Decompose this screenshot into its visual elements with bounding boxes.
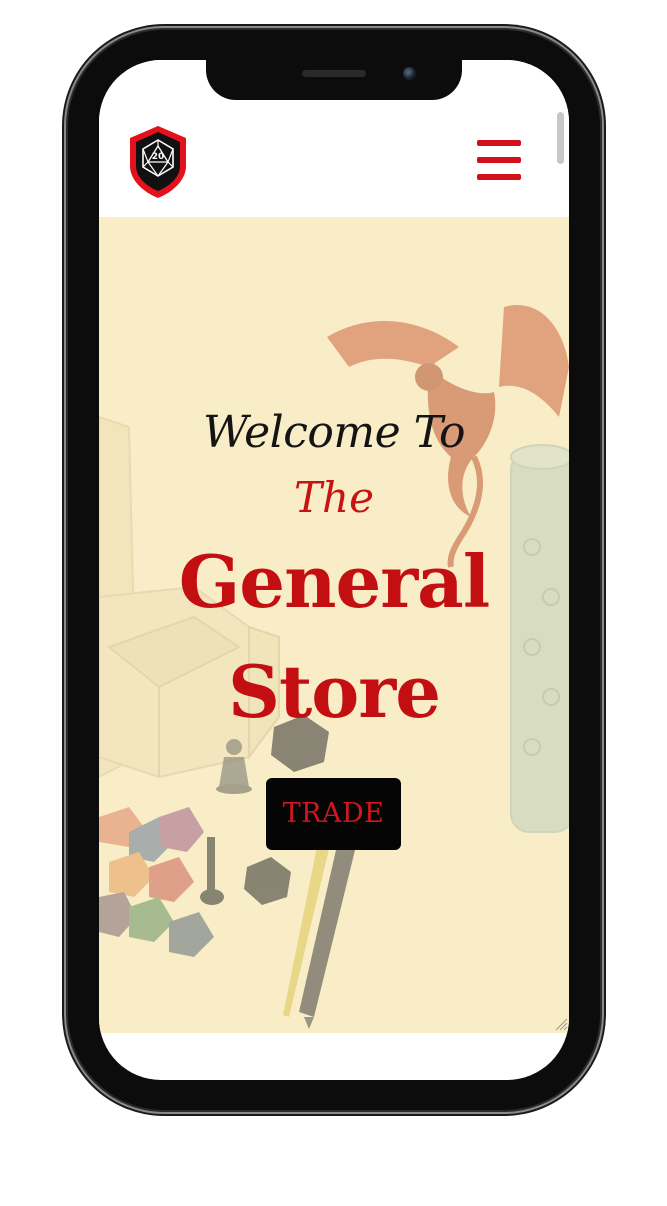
hero-store-text: Store: [227, 649, 441, 734]
logo-badge-text: 20: [152, 152, 165, 162]
device-mockup: 20 Welcome To The General Store TRADE: [0, 0, 667, 1206]
scrollbar-thumb[interactable]: [557, 112, 564, 164]
trade-button[interactable]: TRADE: [266, 778, 401, 850]
hero-welcome-text: Welcome To: [202, 407, 466, 458]
hamburger-menu-button[interactable]: [474, 138, 524, 184]
hero-section: Welcome To The General Store TRADE: [99, 217, 569, 1033]
phone-screen: 20 Welcome To The General Store TRADE: [99, 60, 569, 1080]
hero-general-text: General: [178, 539, 490, 624]
hero-overlay: [99, 217, 569, 1033]
d20-shield-icon: 20: [130, 126, 186, 198]
hero-the-text: The: [294, 473, 374, 522]
power-button: [600, 280, 606, 400]
front-camera: [403, 67, 416, 80]
earpiece-speaker: [302, 70, 366, 77]
resize-grip-icon: [555, 1018, 568, 1031]
site-logo[interactable]: 20: [127, 124, 189, 200]
